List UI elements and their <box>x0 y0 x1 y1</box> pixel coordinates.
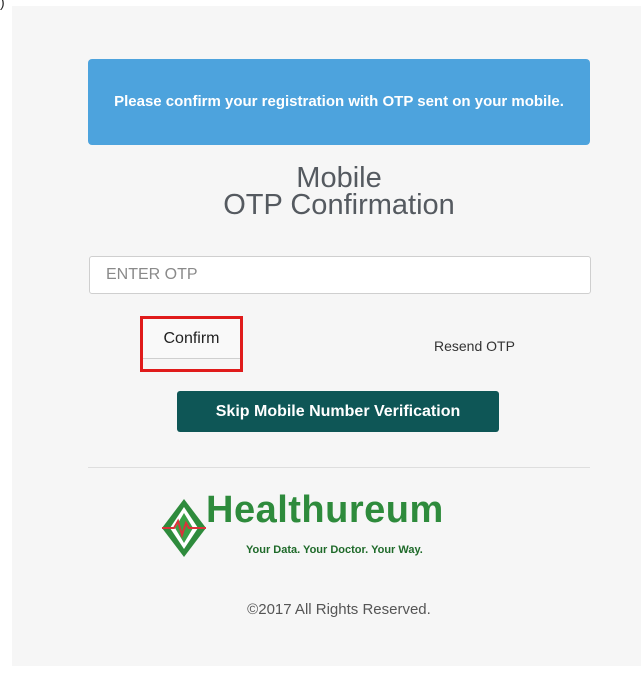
logo-tagline: Your Data. Your Doctor. Your Way. <box>246 544 423 556</box>
logo-wordmark: Healthureum <box>206 489 444 531</box>
divider <box>88 467 590 468</box>
page-title: Mobile OTP Confirmation <box>88 162 590 221</box>
otp-panel: Please confirm your registration with OT… <box>12 6 641 666</box>
diamond-heartbeat-icon <box>162 499 206 557</box>
resend-otp-link[interactable]: Resend OTP <box>434 338 515 354</box>
otp-input[interactable] <box>89 256 591 294</box>
healthureum-logo: Healthureum Your Data. Your Doctor. Your… <box>160 489 520 563</box>
info-alert: Please confirm your registration with OT… <box>88 59 590 145</box>
skip-verification-button[interactable]: Skip Mobile Number Verification <box>177 391 499 432</box>
copyright-text: ©2017 All Rights Reserved. <box>247 601 431 618</box>
stray-glyph: ) <box>0 0 5 10</box>
confirm-button[interactable]: Confirm <box>143 319 240 359</box>
title-line-2: OTP Confirmation <box>223 189 455 221</box>
title-line-1: Mobile <box>296 162 382 194</box>
alert-message: Please confirm your registration with OT… <box>114 93 564 110</box>
